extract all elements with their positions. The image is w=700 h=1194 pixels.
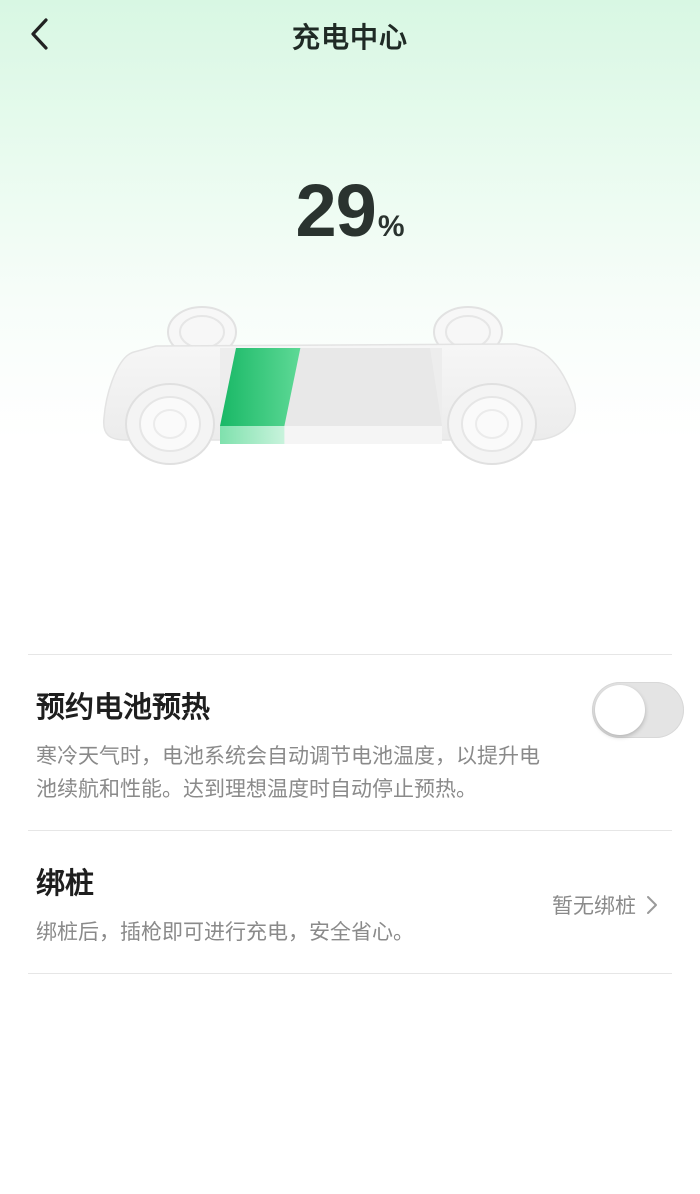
pile-status-link[interactable]: 暂无绑桩 — [552, 890, 658, 920]
divider-bottom — [28, 973, 672, 974]
page-title: 充电中心 — [291, 21, 408, 54]
pile-description: 绑桩后，插枪即可进行充电，安全省心。 — [36, 920, 414, 944]
wheel-front-left — [125, 383, 215, 465]
pile-status-text: 暂无绑桩 — [552, 894, 636, 918]
preheat-toggle[interactable] — [592, 682, 684, 738]
nav-bar: 充电中心 — [0, 0, 700, 72]
car-battery-illustration — [102, 306, 577, 465]
preheat-description: 寒冷天气时，电池系统会自动调节电池温度，以提升电池续航和性能。达到理想温度时自动… — [36, 744, 540, 801]
wheel-front-right — [447, 383, 537, 465]
battery-percent: 29% — [0, 168, 700, 253]
battery-percent-value: 29 — [295, 169, 377, 252]
preheat-section: 预约电池预热 寒冷天气时，电池系统会自动调节电池温度，以提升电池续航和性能。达到… — [36, 684, 676, 806]
charging-center-screen: 充电中心 29% 预约电池预热 寒冷天气时，电池系统会自动调节电池温度，以提升电… — [0, 0, 700, 1194]
battery-percent-unit: % — [377, 210, 405, 243]
toggle-knob — [595, 685, 645, 735]
divider-top — [28, 654, 672, 655]
chevron-right-icon — [646, 895, 658, 915]
battery-fill-bottom — [220, 426, 285, 444]
divider-middle — [28, 830, 672, 831]
preheat-title: 预约电池预热 — [36, 690, 211, 724]
